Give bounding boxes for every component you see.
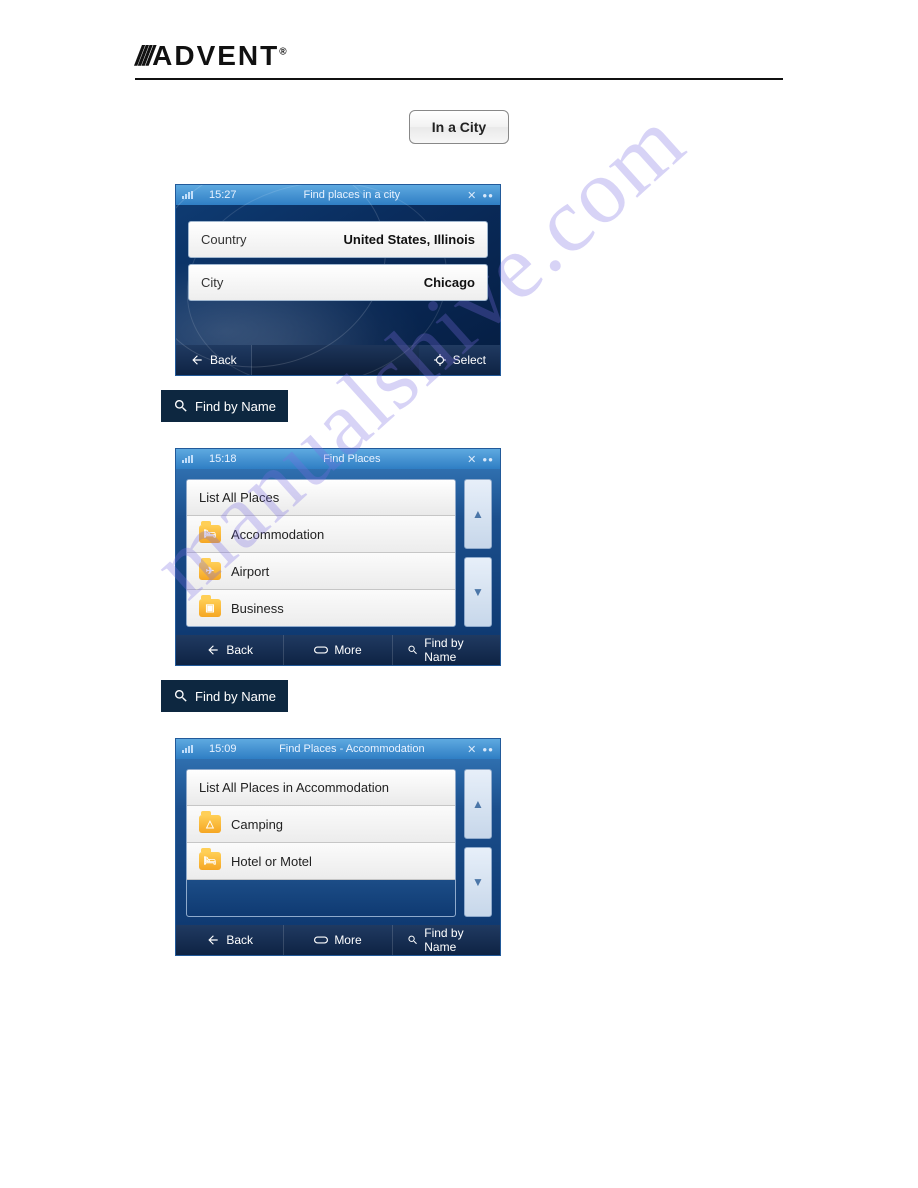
divider — [135, 78, 783, 80]
clock: 15:18 — [209, 453, 237, 465]
title-bar: 15:09 Find Places - Accommodation ✕ ●● — [176, 739, 500, 759]
list-all-places-header[interactable]: List All Places — [187, 480, 455, 516]
folder-icon: ✈ — [199, 562, 221, 580]
footer-bar: Back More Find by Name — [176, 925, 500, 955]
title-bar: 15:18 Find Places ✕ ●● — [176, 449, 500, 469]
scroll-up-button[interactable]: ▲ — [464, 479, 492, 549]
city-value: Chicago — [424, 275, 475, 290]
list-item-accommodation[interactable]: 🛏 Accommodation — [187, 516, 455, 553]
more-button[interactable]: More — [284, 635, 392, 665]
more-icon — [314, 643, 328, 657]
back-button[interactable]: Back — [176, 635, 284, 665]
antenna-icon: ✕ — [467, 743, 476, 756]
magnifier-icon — [407, 643, 419, 657]
screen-title: Find Places — [245, 453, 460, 465]
country-value: United States, Illinois — [344, 232, 475, 247]
country-label: Country — [201, 232, 247, 247]
in-a-city-button[interactable]: In a City — [409, 110, 509, 144]
find-by-name-button[interactable]: Find by Name — [393, 635, 500, 665]
antenna-icon: ✕ — [467, 453, 476, 466]
crosshair-icon — [433, 353, 447, 367]
screenshot-find-places-in-city: 15:27 Find places in a city ✕●● Country … — [175, 184, 501, 376]
list-item-label: Camping — [231, 817, 283, 832]
city-row[interactable]: City Chicago — [188, 264, 488, 301]
folder-icon: 🛏 — [199, 525, 221, 543]
antenna-icon: ✕ — [467, 189, 476, 202]
list-item-camping[interactable]: △ Camping — [187, 806, 455, 843]
find-by-name-button[interactable]: Find by Name — [161, 390, 288, 422]
scroll-down-button[interactable]: ▼ — [464, 847, 492, 917]
signal-dots-icon: ●● — [482, 191, 494, 200]
city-label: City — [201, 275, 223, 290]
folder-icon: △ — [199, 815, 221, 833]
folder-icon: ▣ — [199, 599, 221, 617]
clock: 15:09 — [209, 743, 237, 755]
list-item-label: Accommodation — [231, 527, 324, 542]
footer-bar: Back More Find by Name — [176, 635, 500, 665]
magnifier-icon — [173, 398, 189, 414]
list-item-label: Hotel or Motel — [231, 854, 312, 869]
more-button[interactable]: More — [284, 925, 392, 955]
signal-dots-icon: ●● — [482, 745, 494, 754]
select-button[interactable]: Select — [419, 345, 500, 375]
scroll-up-button[interactable]: ▲ — [464, 769, 492, 839]
list-item-label: Airport — [231, 564, 269, 579]
brand-logo: ////ADVENT® — [135, 40, 783, 72]
screen-title: Find Places - Accommodation — [245, 743, 460, 755]
country-row[interactable]: Country United States, Illinois — [188, 221, 488, 258]
signal-dots-icon: ●● — [482, 455, 494, 464]
arrow-left-icon — [206, 933, 220, 947]
screenshot-accommodation-list: 15:09 Find Places - Accommodation ✕ ●● Li… — [175, 738, 501, 956]
list-item-airport[interactable]: ✈ Airport — [187, 553, 455, 590]
more-icon — [314, 933, 328, 947]
magnifier-icon — [173, 688, 189, 704]
screenshot-find-places-list: 15:18 Find Places ✕ ●● List All Places 🛏 … — [175, 448, 501, 666]
scroll-down-button[interactable]: ▼ — [464, 557, 492, 627]
list-item-label: Business — [231, 601, 284, 616]
list-all-in-accommodation-header[interactable]: List All Places in Accommodation — [187, 770, 455, 806]
list-item-hotel-or-motel[interactable]: 🛏 Hotel or Motel — [187, 843, 455, 880]
magnifier-icon — [407, 933, 419, 947]
folder-icon: 🛏 — [199, 852, 221, 870]
find-by-name-button[interactable]: Find by Name — [393, 925, 500, 955]
arrow-left-icon — [206, 643, 220, 657]
list-item-business[interactable]: ▣ Business — [187, 590, 455, 626]
back-button[interactable]: Back — [176, 925, 284, 955]
find-by-name-button[interactable]: Find by Name — [161, 680, 288, 712]
